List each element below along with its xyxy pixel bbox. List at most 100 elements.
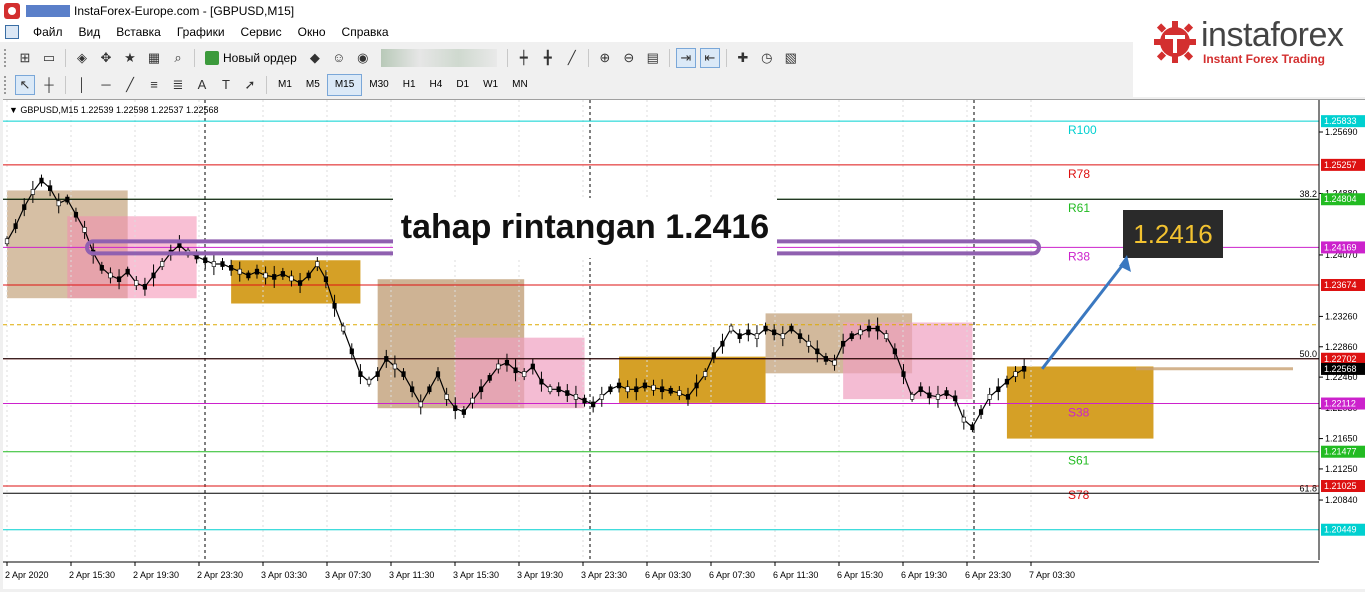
- candle-body: [556, 386, 561, 393]
- timeframe-h4[interactable]: H4: [423, 75, 450, 95]
- candle-body: [634, 386, 639, 393]
- candle-body: [4, 238, 10, 245]
- zoom-in-icon[interactable]: ⊕: [595, 48, 615, 68]
- candle-body: [30, 189, 35, 195]
- level-price-text: 1.24169: [1324, 242, 1357, 252]
- x-tick-label: 3 Apr 23:30: [581, 570, 627, 580]
- brand-tagline: Instant Forex Trading: [1203, 52, 1326, 66]
- timeframe-w1[interactable]: W1: [476, 75, 505, 95]
- signal-icon[interactable]: ◉: [353, 48, 373, 68]
- text-label-icon[interactable]: T: [216, 75, 236, 95]
- menu-file[interactable]: Файл: [25, 25, 71, 39]
- x-tick-label: 2 Apr 23:30: [197, 570, 243, 580]
- candle-body: [746, 329, 751, 336]
- price-chart[interactable]: R100 R78 R61 R38 S38 S61 S78 38.2 50.0 61.8 tahap…: [3, 100, 1365, 589]
- chart-shift-icon[interactable]: ⇤: [699, 47, 720, 68]
- timeframe-mn[interactable]: MN: [505, 75, 535, 95]
- candle-body: [927, 392, 932, 399]
- timeframe-m1[interactable]: M1: [271, 75, 299, 95]
- candle-body: [504, 359, 510, 366]
- candle-body: [625, 386, 630, 393]
- candlestick-icon[interactable]: ╋: [538, 48, 558, 68]
- terminal-icon[interactable]: ▦: [144, 48, 164, 68]
- candle-body: [961, 416, 966, 423]
- menu-bar: Файл Вид Вставка Графики Сервис Окно Спр…: [0, 22, 1133, 42]
- candle-body: [56, 200, 61, 207]
- crosshair-icon[interactable]: ┼: [39, 75, 59, 95]
- candle-body: [754, 333, 760, 339]
- candle-body: [737, 333, 742, 339]
- tile-windows-icon[interactable]: ▤: [643, 48, 663, 68]
- toolbar-grip[interactable]: [4, 48, 9, 67]
- candle-body: [142, 284, 148, 290]
- metaeditor-icon[interactable]: ◆: [305, 48, 325, 68]
- data-window-icon[interactable]: ✥: [96, 48, 116, 68]
- candle-body: [435, 371, 441, 377]
- candle-body: [349, 348, 354, 355]
- menu-charts[interactable]: Графики: [169, 25, 233, 39]
- line-chart-icon[interactable]: ╱: [562, 48, 582, 68]
- candle-body: [254, 268, 260, 275]
- timeframe-m15[interactable]: M15: [326, 73, 363, 96]
- menu-window[interactable]: Окно: [290, 25, 334, 39]
- fibonacci-icon[interactable]: ≣: [168, 75, 188, 95]
- text-icon[interactable]: A: [192, 75, 212, 95]
- timeframe-m30[interactable]: M30: [362, 75, 395, 95]
- candle-body: [944, 390, 949, 396]
- level-label: S38: [1068, 406, 1090, 420]
- candle-body: [418, 401, 423, 408]
- standard-toolbar: ⊞ ▭ ◈ ✥ ★ ▦ ⌕ Новый ордер ◆ ☺ ◉ ┿ ╋ ╱ ⊕ …: [0, 44, 1133, 71]
- separator: [65, 48, 66, 67]
- expert-advisors-icon[interactable]: ☺: [329, 48, 349, 68]
- indicators-icon[interactable]: ✚: [733, 48, 753, 68]
- y-tick-label: 1.23260: [1325, 311, 1358, 321]
- menu-help[interactable]: Справка: [334, 25, 397, 39]
- candle-body: [427, 386, 432, 393]
- chart-window[interactable]: R100 R78 R61 R38 S38 S61 S78 38.2 50.0 61.8 tahap…: [3, 99, 1365, 589]
- cursor-icon[interactable]: ↖: [15, 74, 35, 95]
- candle-body: [599, 394, 604, 400]
- x-tick-label: 2 Apr 2020: [5, 570, 49, 580]
- candle-body: [65, 196, 70, 203]
- navigator-icon[interactable]: ★: [120, 48, 140, 68]
- level-price-text: 1.22112: [1324, 399, 1356, 409]
- document-icon[interactable]: [5, 25, 19, 39]
- candle-body: [13, 223, 18, 229]
- candle-body: [608, 386, 613, 393]
- candle-body: [522, 371, 527, 377]
- candle-body: [996, 386, 1001, 393]
- menu-insert[interactable]: Вставка: [108, 25, 169, 39]
- candle-body: [211, 261, 216, 267]
- strategy-tester-icon[interactable]: ⌕: [168, 48, 188, 68]
- timeframe-d1[interactable]: D1: [449, 75, 476, 95]
- periods-icon[interactable]: ◷: [757, 48, 777, 68]
- horizontal-line-icon[interactable]: ─: [96, 75, 116, 95]
- templates-icon[interactable]: ▧: [781, 48, 801, 68]
- toolbar-grip[interactable]: [4, 75, 9, 94]
- candle-body: [711, 352, 716, 358]
- bar-chart-icon[interactable]: ┿: [514, 48, 534, 68]
- menu-tools[interactable]: Сервис: [233, 25, 290, 39]
- new-chart-icon[interactable]: ⊞: [15, 48, 35, 68]
- separator: [506, 48, 508, 67]
- candle-body: [668, 387, 673, 394]
- arrows-icon[interactable]: ➚: [240, 75, 260, 95]
- new-order-icon: [205, 50, 219, 65]
- timeframe-h1[interactable]: H1: [396, 75, 423, 95]
- autoscroll-icon[interactable]: ⇥: [675, 47, 696, 68]
- menu-view[interactable]: Вид: [71, 25, 109, 39]
- candle-body: [677, 390, 682, 396]
- window-title: InstaForex-Europe.com - [GBPUSD,M15]: [74, 4, 295, 18]
- candle-body: [280, 271, 285, 277]
- zoom-out-icon[interactable]: ⊖: [619, 48, 639, 68]
- trendline-icon[interactable]: ╱: [120, 75, 140, 95]
- market-watch-icon[interactable]: ◈: [72, 48, 92, 68]
- blurred-account-name: [26, 5, 70, 17]
- vertical-line-icon[interactable]: │: [72, 75, 92, 95]
- candle-body: [461, 409, 466, 415]
- profiles-icon[interactable]: ▭: [39, 48, 59, 68]
- timeframe-m5[interactable]: M5: [299, 75, 327, 95]
- candle-body: [660, 386, 665, 393]
- equidistant-channel-icon[interactable]: ≡: [144, 75, 164, 95]
- new-order-button[interactable]: Новый ордер: [199, 48, 303, 68]
